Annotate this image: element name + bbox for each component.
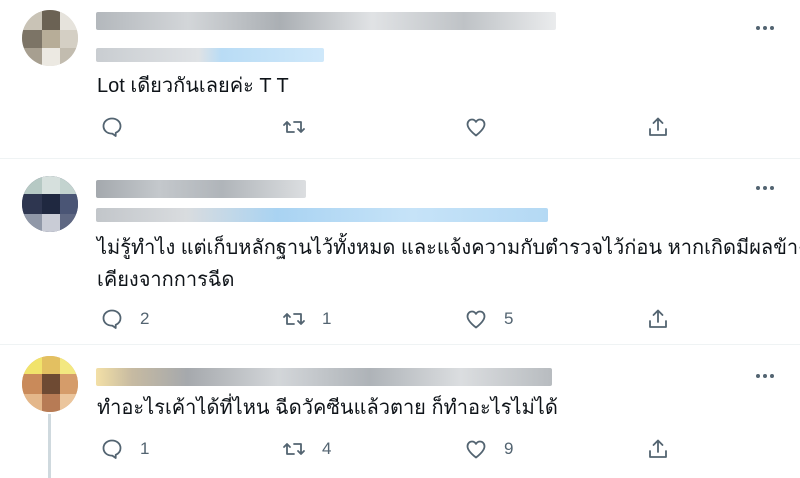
handle-blurred[interactable] xyxy=(96,208,548,222)
reply-button[interactable]: 1 xyxy=(100,436,149,462)
reply-count: 2 xyxy=(140,309,150,328)
tweet-text: ไม่รู้ทำไง แต่เก็บหลักฐานไว้ทั้งหมด และแ… xyxy=(97,237,800,291)
avatar[interactable] xyxy=(22,10,78,66)
share-icon xyxy=(649,309,667,328)
retweet-icon xyxy=(283,443,305,455)
display-name-blurred[interactable] xyxy=(96,368,552,386)
retweet-button[interactable] xyxy=(282,114,322,140)
tweet[interactable]: ไม่รู้ทำไง แต่เก็บหลักฐานไว้ทั้งหมด และแ… xyxy=(0,160,800,345)
tweet-text: ทำอะไรเค้าได้ที่ไหน ฉีดวัคซีนแล้วตาย ก็ท… xyxy=(97,397,558,419)
reply-icon xyxy=(102,117,122,137)
retweet-button[interactable]: 1 xyxy=(282,306,331,332)
like-button[interactable] xyxy=(464,114,504,140)
share-button[interactable] xyxy=(646,306,670,332)
display-name-blurred[interactable] xyxy=(96,180,306,198)
like-button[interactable]: 9 xyxy=(464,436,513,462)
share-icon xyxy=(649,439,667,458)
share-button[interactable] xyxy=(646,436,670,462)
reply-icon xyxy=(102,439,122,459)
like-count: 5 xyxy=(504,309,514,328)
retweet-icon xyxy=(283,121,305,133)
heart-icon xyxy=(466,310,486,329)
retweet-count: 4 xyxy=(322,439,332,458)
avatar[interactable] xyxy=(22,176,78,232)
share-button[interactable] xyxy=(646,114,670,140)
reply-icon xyxy=(102,309,122,329)
tweet-actions: 1 4 9 xyxy=(96,436,676,462)
more-options-button[interactable] xyxy=(752,366,778,386)
display-name-blurred[interactable] xyxy=(96,12,556,30)
more-options-button[interactable] xyxy=(752,178,778,198)
reply-button[interactable]: 2 xyxy=(100,306,149,332)
tweet-actions xyxy=(96,114,676,140)
reply-button[interactable] xyxy=(100,114,140,140)
handle-blurred[interactable] xyxy=(96,48,324,62)
like-button[interactable]: 5 xyxy=(464,306,513,332)
tweet[interactable]: ทำอะไรเค้าได้ที่ไหน ฉีดวัคซีนแล้วตาย ก็ท… xyxy=(0,346,800,478)
retweet-count: 1 xyxy=(322,309,332,328)
more-options-icon xyxy=(756,26,760,30)
tweet[interactable]: Lot เดียวกันเลยค่ะ T T xyxy=(0,0,800,159)
reply-count: 1 xyxy=(140,439,150,458)
retweet-button[interactable]: 4 xyxy=(282,436,331,462)
retweet-icon xyxy=(283,313,305,325)
more-options-button[interactable] xyxy=(752,18,778,38)
tweet-text: Lot เดียวกันเลยค่ะ T T xyxy=(97,75,289,97)
more-options-icon xyxy=(756,186,760,190)
avatar[interactable] xyxy=(22,356,78,412)
heart-icon xyxy=(466,118,486,137)
share-icon xyxy=(649,117,667,136)
thread-line xyxy=(48,414,51,478)
tweet-actions: 2 1 5 xyxy=(96,306,676,332)
like-count: 9 xyxy=(504,439,514,458)
heart-icon xyxy=(466,440,486,459)
more-options-icon xyxy=(756,374,760,378)
